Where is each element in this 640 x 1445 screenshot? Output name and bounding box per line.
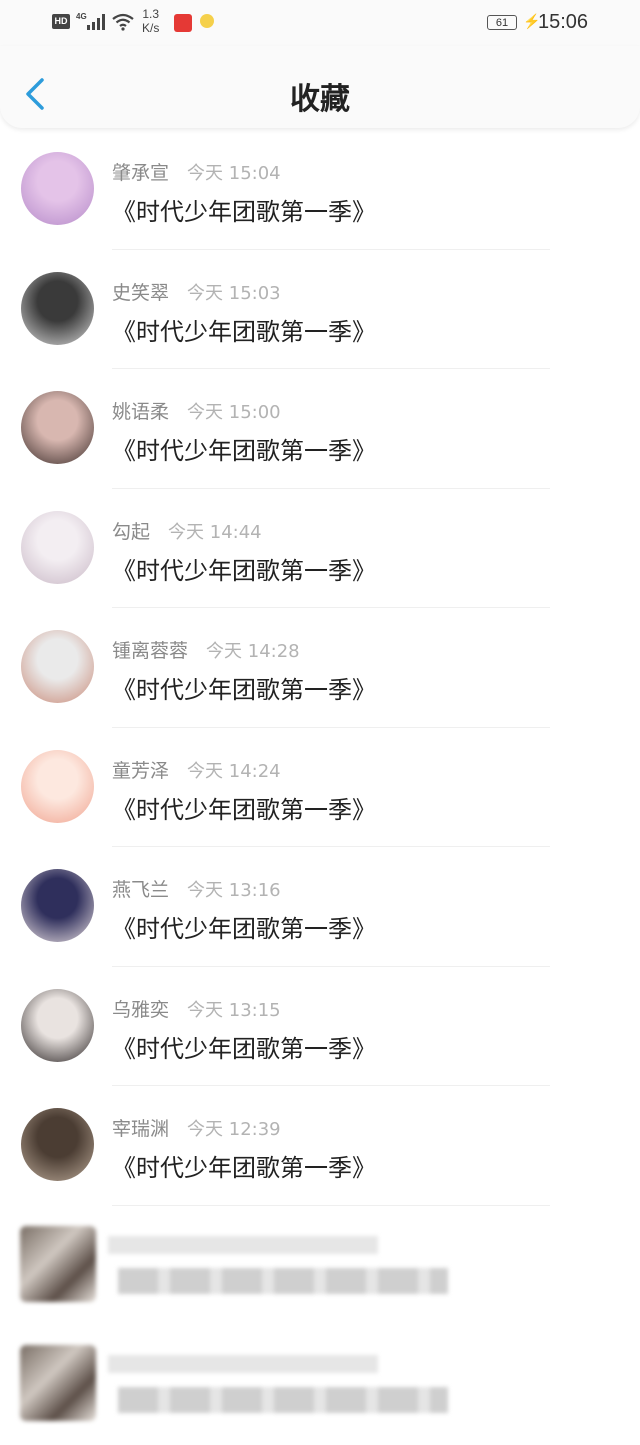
battery-icon: 61 <box>487 15 517 30</box>
blurred-text <box>108 1235 378 1254</box>
favorite-content: 《时代少年团歌第一季》 <box>112 437 376 465</box>
wifi-icon <box>112 13 134 31</box>
blurred-text <box>108 1355 378 1373</box>
favorite-content: 《时代少年团歌第一季》 <box>112 556 376 585</box>
sender-name: 锺离蓉蓉 <box>112 640 189 662</box>
blurred-list-item <box>0 1206 640 1326</box>
favorite-content: 《时代少年团歌第一季》 <box>112 795 376 824</box>
timestamp: 今天 13:16 <box>187 880 281 901</box>
favorite-content: 《时代少年团歌第一季》 <box>112 317 376 346</box>
network-speed: 1.3 K/s <box>142 7 159 35</box>
list-item[interactable]: 勾起 今天 14:44 《时代少年团歌第一季》 <box>0 489 640 608</box>
item-meta: 史笑翠 今天 15:03 <box>112 278 281 305</box>
speed-value: 1.3 <box>142 7 160 21</box>
blurred-avatar <box>20 1345 96 1421</box>
list-item[interactable]: 燕飞兰 今天 13:16 《时代少年团歌第一季》 <box>0 847 640 967</box>
list-item[interactable]: 史笑翠 今天 15:03 《时代少年团歌第一季》 <box>0 250 640 369</box>
speed-unit: K/s <box>142 21 160 35</box>
app-notification-icon-2 <box>200 14 214 28</box>
item-meta: 勾起 今天 14:44 <box>112 517 262 544</box>
timestamp: 今天 14:44 <box>168 521 262 543</box>
sender-name: 乌雅奕 <box>112 998 170 1021</box>
timestamp: 今天 14:28 <box>206 641 300 662</box>
header-bar: 收藏 <box>0 46 640 128</box>
sender-name: 燕飞兰 <box>112 879 170 901</box>
favorites-list: 肇承宣 今天 15:04 《时代少年团歌第一季》 史笑翠 今天 15:03 《时代少年团歌… <box>0 130 640 1445</box>
favorite-content: 《时代少年团歌第一季》 <box>112 1034 376 1063</box>
item-meta: 乌雅奕 今天 13:15 <box>112 995 281 1022</box>
avatar[interactable] <box>21 988 94 1062</box>
timestamp: 今天 12:39 <box>187 1119 281 1140</box>
item-meta: 肇承宣 今天 15:04 <box>112 158 281 185</box>
timestamp: 今天 15:04 <box>187 163 281 184</box>
sender-name: 宰瑞渊 <box>112 1118 170 1140</box>
hd-icon: HD <box>52 14 70 29</box>
timestamp: 今天 15:03 <box>187 282 281 304</box>
avatar[interactable] <box>21 869 94 942</box>
list-item[interactable]: 宰瑞渊 今天 12:39 《时代少年团歌第一季》 <box>0 1086 640 1206</box>
timestamp: 今天 15:00 <box>187 402 281 423</box>
avatar[interactable] <box>21 510 94 584</box>
favorite-content: 《时代少年团歌第一季》 <box>112 1154 376 1182</box>
avatar[interactable] <box>21 1108 94 1181</box>
blurred-avatar <box>20 1225 96 1302</box>
sender-name: 勾起 <box>112 520 151 543</box>
list-item[interactable]: 童芳泽 今天 14:24 《时代少年团歌第一季》 <box>0 728 640 847</box>
item-meta: 燕飞兰 今天 13:16 <box>112 875 281 902</box>
clock: 15:06 <box>538 11 589 33</box>
list-item[interactable]: 锺离蓉蓉 今天 14:28 《时代少年团歌第一季》 <box>0 608 640 728</box>
avatar[interactable] <box>21 271 94 345</box>
blurred-list-item <box>0 1325 640 1445</box>
favorite-content: 《时代少年团歌第一季》 <box>112 198 376 226</box>
sender-name: 童芳泽 <box>112 759 170 782</box>
timestamp: 今天 13:15 <box>187 999 281 1021</box>
status-bar: HD 4G 1.3 K/s 61 ⚡ 15:06 <box>0 0 640 46</box>
favorite-content: 《时代少年团歌第一季》 <box>112 676 376 704</box>
item-meta: 宰瑞渊 今天 12:39 <box>112 1114 281 1141</box>
timestamp: 今天 14:24 <box>187 760 281 782</box>
blurred-text <box>118 1387 448 1413</box>
sender-name: 姚语柔 <box>112 401 170 423</box>
avatar[interactable] <box>21 391 94 464</box>
favorite-content: 《时代少年团歌第一季》 <box>112 915 376 943</box>
sender-name: 史笑翠 <box>112 281 170 304</box>
list-item[interactable]: 姚语柔 今天 15:00 《时代少年团歌第一季》 <box>0 369 640 489</box>
item-meta: 姚语柔 今天 15:00 <box>112 397 281 424</box>
avatar[interactable] <box>21 152 94 225</box>
avatar[interactable] <box>21 749 94 823</box>
app-notification-icon <box>174 14 192 32</box>
avatar[interactable] <box>21 630 94 703</box>
blurred-text <box>118 1267 448 1294</box>
sender-name: 肇承宣 <box>112 162 170 184</box>
item-meta: 童芳泽 今天 14:24 <box>112 756 281 783</box>
list-item[interactable]: 乌雅奕 今天 13:15 《时代少年团歌第一季》 <box>0 967 640 1086</box>
list-item[interactable]: 肇承宣 今天 15:04 《时代少年团歌第一季》 <box>0 130 640 250</box>
item-meta: 锺离蓉蓉 今天 14:28 <box>112 636 300 663</box>
page-title: 收藏 <box>290 82 350 117</box>
signal-icon <box>87 14 105 30</box>
